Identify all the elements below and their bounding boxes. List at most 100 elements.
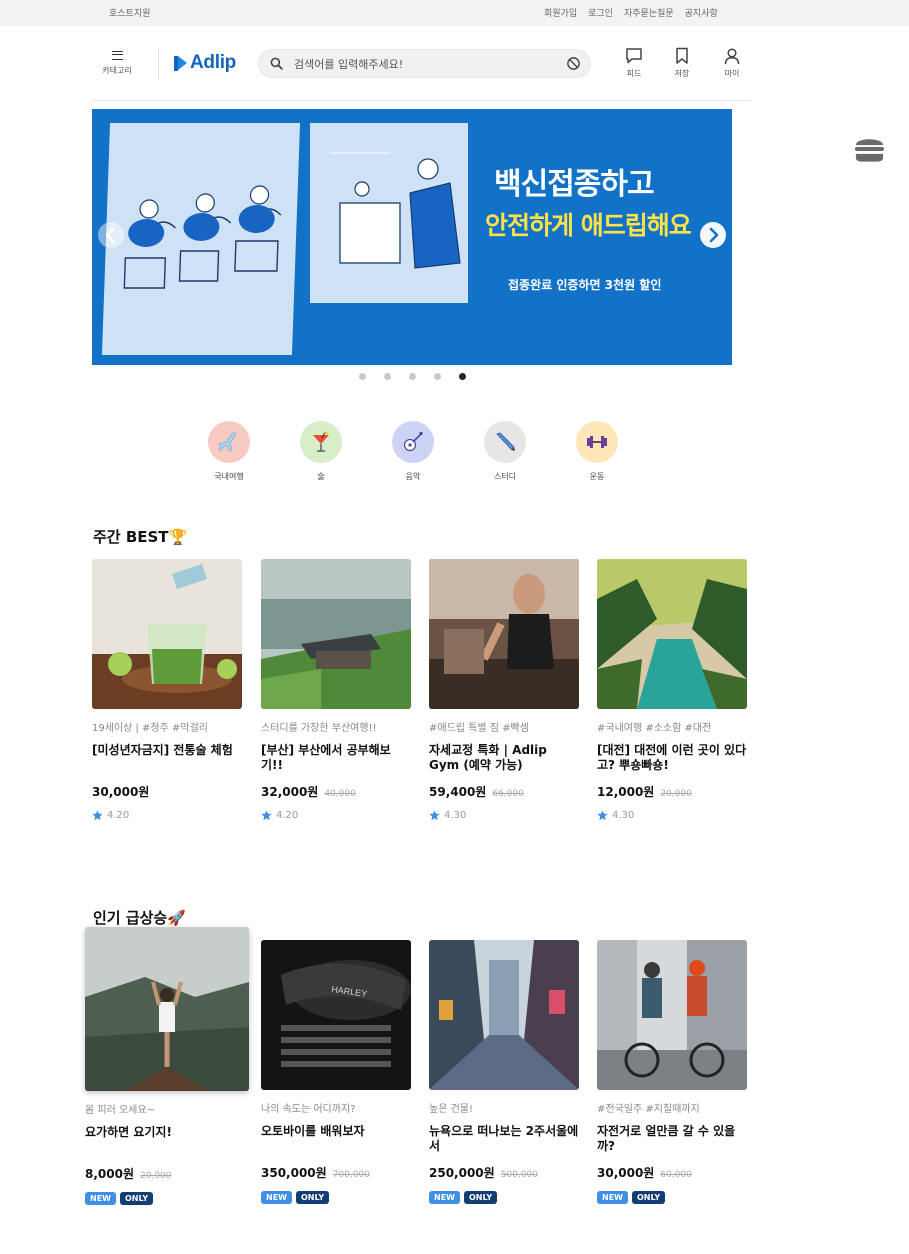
banner-dot-active[interactable] [459,373,466,380]
product-tags: 나의 속도는 어디까지? [261,1104,356,1115]
original-price: 700,000 [332,1170,370,1180]
category-label: 술 [317,472,325,481]
top-utility-bar: 호스트지원 회원가입 로그인 자주묻는질문 공지사항 [0,0,909,26]
search-bar [258,49,591,78]
product-card[interactable]: #국내여행 #소소함 #대전 [대전] 대전에 이런 곳이 있다고? 뿌숑빠숑!… [597,559,747,821]
feed-button[interactable]: 피드 [619,47,649,79]
product-name: 요가하면 요기지! [85,1125,172,1139]
guitar-icon [392,421,434,463]
product-rating: 4.30 [597,810,747,821]
user-icon [724,48,740,65]
sale-price: 350,000원 [261,1166,327,1180]
original-price: 20,000 [140,1171,172,1181]
original-price: 40,000 [324,789,356,799]
banner-illustration-left [101,123,301,355]
my-page-label: 마이 [724,69,740,78]
weekly-best-title: 주간 BEST🏆 [93,528,188,546]
sale-price: 59,400원 [429,785,487,799]
product-name: [부산] 부산에서 공부해보기!! [261,743,391,772]
cyclists-photo [597,940,747,1090]
original-price: 66,000 [492,789,524,799]
product-price: 30,000원 60,000 [597,1164,747,1181]
original-price: 500,000 [500,1170,538,1180]
sale-price: 32,000원 [261,785,319,799]
product-name: 자세교정 특화 | Adlip Gym (예약 가능) [429,743,547,772]
signup-link[interactable]: 회원가입 [544,6,577,19]
category-domestic-travel[interactable]: 국내여행 [207,421,299,482]
product-price: 59,400원 66,000 [429,783,579,800]
banner-next-button[interactable] [700,222,726,248]
only-badge: ONLY [119,1192,154,1205]
rating-value: 4.20 [107,810,130,821]
category-study[interactable]: 스터디 [483,421,575,482]
rising-title: 인기 급상승🚀 [93,909,186,927]
logo[interactable]: Adlip [174,52,236,74]
hero-banner[interactable]: 백신접종하고 안전하게 애드립해요 접종완료 인증하면 3천원 할인 [92,109,732,365]
sale-price: 8,000원 [85,1167,134,1181]
cocktail-photo [92,559,242,709]
product-rating: 4.20 [261,810,411,821]
product-badges: NEW ONLY [261,1191,411,1204]
dumbbell-icon [576,421,618,463]
header-divider [158,48,159,80]
product-card[interactable]: #애드립 특별 짐 #빡셈 자세교정 특화 | Adlip Gym (예약 가능… [429,559,579,821]
banner-headline-1: 백신접종하고 [494,167,655,202]
search-input[interactable] [294,55,554,73]
product-price: 8,000원 20,000 [85,1165,249,1182]
banner-dot[interactable] [359,373,366,380]
product-card[interactable]: #전국일주 #지칠때까지 자전거로 얼만큼 갈 수 있을까? 30,000원 60… [597,940,747,1204]
product-card[interactable]: 몸 피러 오세요~ 요가하면 요기지! 8,000원 20,000 NEW ONL… [85,927,249,1205]
product-rating: 4.30 [429,810,579,821]
category-exercise[interactable]: 운동 [575,421,667,482]
banner-dot[interactable] [384,373,391,380]
banner-dot[interactable] [434,373,441,380]
banner-pagination [359,373,466,380]
new-badge: NEW [429,1191,460,1204]
banner-subtext: 접종완료 인증하면 3천원 할인 [508,278,662,292]
product-tags: #전국일주 #지칠때까지 [597,1104,700,1115]
category-label: 국내여행 [214,472,244,481]
product-card[interactable]: 높은 건물! 뉴욕으로 떠나보는 2주서울에서 250,000원 500,000 … [429,940,579,1204]
clear-search-icon[interactable] [566,56,581,71]
host-support-link[interactable]: 호스트지원 [109,6,150,19]
original-price: 20,000 [660,789,692,799]
new-badge: NEW [85,1192,116,1205]
search-icon[interactable] [270,57,283,70]
product-tags: 19세이상 | #청주 #막걸리 [92,723,208,734]
star-icon [92,810,103,821]
only-badge: ONLY [631,1191,666,1204]
cocktail-icon [300,421,342,463]
feed-icon [626,48,642,64]
product-tags: #국내여행 #소소함 #대전 [597,723,712,734]
banner-prev-button[interactable] [98,222,124,248]
faq-link[interactable]: 자주묻는질문 [624,6,674,19]
rating-value: 4.30 [612,810,635,821]
saved-label: 저장 [674,69,690,78]
motorcycle-photo: HARLEY [261,940,411,1090]
banner-dot[interactable] [409,373,416,380]
star-icon [597,810,608,821]
notice-link[interactable]: 공지사항 [685,6,718,19]
product-card[interactable]: HARLEY 나의 속도는 어디까지? 오토바이를 배워보자 350,000원 7… [261,940,411,1204]
sale-price: 30,000원 [92,785,150,799]
city-street-photo [429,940,579,1090]
login-link[interactable]: 로그인 [588,6,613,19]
hamburger-icon [111,51,123,60]
product-name: 오토바이를 배워보자 [261,1124,365,1138]
saved-button[interactable]: 저장 [667,47,697,79]
burger-icon[interactable] [853,134,886,164]
category-menu-button[interactable]: 카테고리 [100,51,134,76]
chevron-right-icon [709,227,719,243]
banner-headline-2: 안전하게 애드립해요 [485,211,692,240]
my-page-button[interactable]: 마이 [717,47,747,79]
category-music[interactable]: 음악 [391,421,483,482]
top-links: 회원가입 로그인 자주묻는질문 공지사항 [544,6,718,19]
rating-value: 4.30 [444,810,467,821]
product-name: 뉴욕으로 떠나보는 2주서울에서 [429,1124,579,1153]
product-tags: 몸 피러 오세요~ [85,1105,155,1116]
category-alcohol[interactable]: 술 [299,421,391,482]
product-card[interactable]: 19세이상 | #청주 #막걸리 [미성년자금지] 전통술 체험 30,000원… [92,559,242,821]
product-card[interactable]: 스터디를 가장한 부산여행!! [부산] 부산에서 공부해보기!! 32,000… [261,559,411,821]
category-label: 스터디 [493,472,517,481]
chevron-left-icon [105,227,115,243]
